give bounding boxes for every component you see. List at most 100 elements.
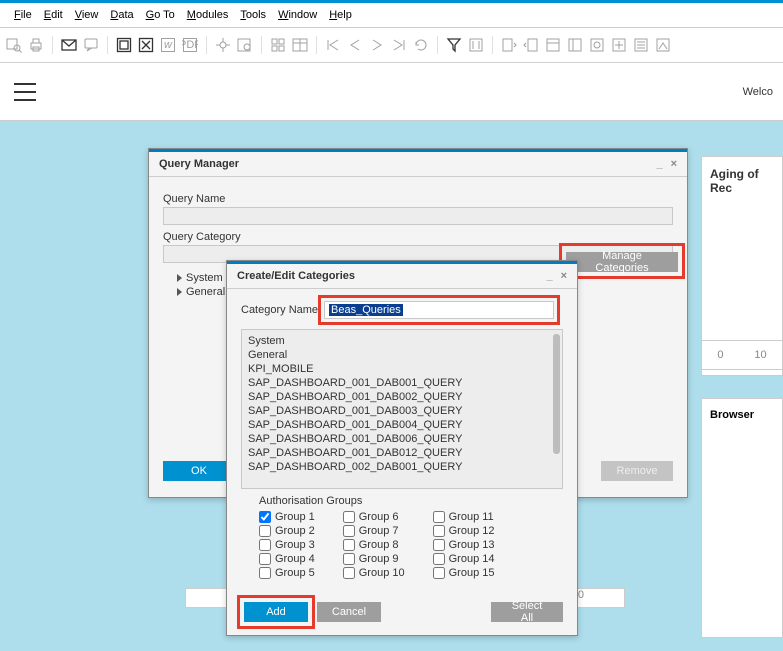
welcome-text: Welco bbox=[743, 86, 773, 98]
category-name-input[interactable]: Beas_Queries bbox=[324, 301, 554, 319]
axis-ticks: 0 10 bbox=[701, 340, 783, 370]
list-item[interactable]: General bbox=[248, 348, 556, 362]
layout2-icon[interactable] bbox=[567, 37, 583, 53]
list-item[interactable]: System bbox=[248, 334, 556, 348]
query-name-input[interactable] bbox=[163, 207, 673, 225]
grid1-icon[interactable] bbox=[270, 37, 286, 53]
svg-text:PDF: PDF bbox=[182, 39, 198, 51]
lock-icon[interactable] bbox=[215, 37, 231, 53]
tree-label: General bbox=[186, 286, 225, 298]
group-11[interactable]: Group 11 bbox=[433, 511, 495, 523]
expand-icon bbox=[177, 288, 182, 296]
menu-goto[interactable]: Go To bbox=[140, 7, 181, 23]
next-icon[interactable] bbox=[369, 37, 385, 53]
menu-file[interactable]: File bbox=[8, 7, 38, 23]
grid2-icon[interactable] bbox=[292, 37, 308, 53]
cat-title: Create/Edit Categories bbox=[237, 270, 355, 282]
categories-window: Create/Edit Categories _ × Category Name… bbox=[226, 260, 578, 636]
tool3-icon[interactable] bbox=[633, 37, 649, 53]
close-icon[interactable]: × bbox=[671, 158, 677, 170]
refresh-icon[interactable] bbox=[413, 37, 429, 53]
tree-label: System bbox=[186, 272, 223, 284]
category-list[interactable]: System General KPI_MOBILE SAP_DASHBOARD_… bbox=[241, 329, 563, 489]
group-14[interactable]: Group 14 bbox=[433, 553, 495, 565]
target-doc-icon[interactable] bbox=[523, 37, 539, 53]
prev-icon[interactable] bbox=[347, 37, 363, 53]
base-doc-icon[interactable] bbox=[501, 37, 517, 53]
menu-tools[interactable]: Tools bbox=[234, 7, 272, 23]
add-button[interactable]: Add bbox=[244, 602, 308, 622]
query-name-label: Query Name bbox=[163, 193, 673, 205]
minimize-icon[interactable]: _ bbox=[546, 270, 552, 282]
preview-icon[interactable] bbox=[6, 37, 22, 53]
group-13[interactable]: Group 13 bbox=[433, 539, 495, 551]
remove-button[interactable]: Remove bbox=[601, 461, 673, 481]
scrollbar[interactable] bbox=[553, 334, 560, 454]
ok-button[interactable]: OK bbox=[163, 461, 235, 481]
manage-categories-highlight: Manage Categories bbox=[563, 247, 681, 275]
layout1-icon[interactable] bbox=[545, 37, 561, 53]
category-name-label: Category Name bbox=[241, 304, 318, 316]
group-10[interactable]: Group 10 bbox=[343, 567, 405, 579]
group-4[interactable]: Group 4 bbox=[259, 553, 315, 565]
browser-panel: Browser bbox=[701, 398, 783, 638]
qm-titlebar[interactable]: Query Manager _ × bbox=[149, 149, 687, 177]
menu-modules[interactable]: Modules bbox=[181, 7, 235, 23]
hamburger-icon[interactable] bbox=[14, 83, 36, 101]
excel-x-icon[interactable] bbox=[138, 37, 154, 53]
find-icon[interactable] bbox=[237, 37, 253, 53]
group-7[interactable]: Group 7 bbox=[343, 525, 405, 537]
sms-icon[interactable] bbox=[83, 37, 99, 53]
group-9[interactable]: Group 9 bbox=[343, 553, 405, 565]
tool2-icon[interactable] bbox=[611, 37, 627, 53]
list-item[interactable]: SAP_DASHBOARD_002_DAB001_QUERY bbox=[248, 460, 556, 474]
welcome-strip: Welco bbox=[0, 63, 783, 121]
print-icon[interactable] bbox=[28, 37, 44, 53]
list-item[interactable]: SAP_DASHBOARD_001_DAB003_QUERY bbox=[248, 404, 556, 418]
excel-icon[interactable] bbox=[116, 37, 132, 53]
group-2[interactable]: Group 2 bbox=[259, 525, 315, 537]
group-6[interactable]: Group 6 bbox=[343, 511, 405, 523]
select-all-button[interactable]: Select All bbox=[491, 602, 563, 622]
last-icon[interactable] bbox=[391, 37, 407, 53]
filter-icon[interactable] bbox=[446, 37, 462, 53]
group-5[interactable]: Group 5 bbox=[259, 567, 315, 579]
group-1[interactable]: Group 1 bbox=[259, 511, 315, 523]
word-icon[interactable]: w bbox=[160, 37, 176, 53]
menu-help[interactable]: Help bbox=[323, 7, 358, 23]
manage-categories-button[interactable]: Manage Categories bbox=[566, 252, 678, 272]
group-8[interactable]: Group 8 bbox=[343, 539, 405, 551]
first-icon[interactable] bbox=[325, 37, 341, 53]
list-item[interactable]: SAP_DASHBOARD_001_DAB002_QUERY bbox=[248, 390, 556, 404]
svg-text:w: w bbox=[164, 39, 173, 51]
toolbar: w PDF bbox=[0, 28, 783, 63]
app-header: File Edit View Data Go To Modules Tools … bbox=[0, 0, 783, 28]
menu-data[interactable]: Data bbox=[104, 7, 139, 23]
pdf-icon[interactable]: PDF bbox=[182, 37, 198, 53]
minimize-icon[interactable]: _ bbox=[656, 158, 662, 170]
close-icon[interactable]: × bbox=[561, 270, 567, 282]
cancel-button[interactable]: Cancel bbox=[317, 602, 381, 622]
list-item[interactable]: KPI_MOBILE bbox=[248, 362, 556, 376]
tool1-icon[interactable] bbox=[589, 37, 605, 53]
menu-edit[interactable]: Edit bbox=[38, 7, 69, 23]
list-item[interactable]: SAP_DASHBOARD_001_DAB012_QUERY bbox=[248, 446, 556, 460]
group-15[interactable]: Group 15 bbox=[433, 567, 495, 579]
list-item[interactable]: SAP_DASHBOARD_001_DAB004_QUERY bbox=[248, 418, 556, 432]
tool4-icon[interactable] bbox=[655, 37, 671, 53]
menu-view[interactable]: View bbox=[69, 7, 105, 23]
qm-title: Query Manager bbox=[159, 158, 239, 170]
mail-icon[interactable] bbox=[61, 37, 77, 53]
query-category-label: Query Category bbox=[163, 231, 673, 243]
tick-10: 10 bbox=[754, 349, 766, 361]
menu-window[interactable]: Window bbox=[272, 7, 323, 23]
sort-icon[interactable] bbox=[468, 37, 484, 53]
browser-title: Browser bbox=[710, 409, 774, 421]
group-3[interactable]: Group 3 bbox=[259, 539, 315, 551]
menubar: File Edit View Data Go To Modules Tools … bbox=[0, 3, 783, 27]
cat-titlebar[interactable]: Create/Edit Categories _ × bbox=[227, 261, 577, 289]
list-item[interactable]: SAP_DASHBOARD_001_DAB001_QUERY bbox=[248, 376, 556, 390]
group-12[interactable]: Group 12 bbox=[433, 525, 495, 537]
list-item[interactable]: SAP_DASHBOARD_001_DAB006_QUERY bbox=[248, 432, 556, 446]
auth-section: Authorisation Groups Group 1 Group 2 Gro… bbox=[241, 495, 563, 579]
